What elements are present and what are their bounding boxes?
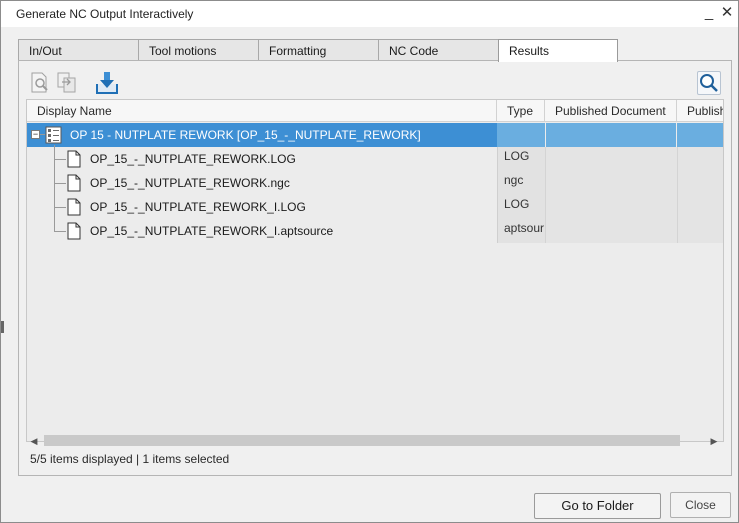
preview-document-icon[interactable] bbox=[29, 71, 53, 95]
column-header-type[interactable]: Type bbox=[497, 100, 545, 122]
publish-cell bbox=[677, 171, 723, 195]
file-icon bbox=[67, 222, 81, 240]
dialog-window: Generate NC Output Interactively _ ✕ In/… bbox=[0, 0, 739, 523]
tab-in-out[interactable]: In/Out bbox=[18, 39, 139, 61]
publish-cell bbox=[677, 123, 723, 147]
scroll-left-icon[interactable]: ◀ bbox=[28, 434, 40, 448]
tree-root-row[interactable]: − OP 15 - NUTPLATE REWORK [OP_15_-_NUTPL… bbox=[27, 123, 723, 147]
file-type: ngc bbox=[497, 171, 545, 195]
list-item[interactable]: OP_15_-_NUTPLATE_REWORK_I.aptsource apts… bbox=[27, 219, 723, 243]
publish-cell bbox=[677, 147, 723, 171]
go-to-folder-button[interactable]: Go to Folder bbox=[534, 493, 661, 519]
file-name: OP_15_-_NUTPLATE_REWORK.LOG bbox=[90, 152, 296, 166]
status-text: 5/5 items displayed | 1 items selected bbox=[30, 452, 230, 466]
published-document-cell bbox=[545, 219, 677, 243]
search-button[interactable] bbox=[697, 71, 721, 95]
published-document-cell bbox=[545, 195, 677, 219]
horizontal-scrollbar[interactable]: ◀ ▶ bbox=[26, 432, 724, 450]
list-item[interactable]: OP_15_-_NUTPLATE_REWORK.ngc ngc bbox=[27, 171, 723, 195]
column-header-publish[interactable]: Publish bbox=[677, 100, 723, 122]
file-type: aptsour bbox=[497, 219, 545, 243]
scrollbar-thumb[interactable] bbox=[44, 435, 680, 446]
published-document-cell bbox=[545, 147, 677, 171]
list-item[interactable]: OP_15_-_NUTPLATE_REWORK_I.LOG LOG bbox=[27, 195, 723, 219]
file-name: OP_15_-_NUTPLATE_REWORK_I.LOG bbox=[90, 200, 306, 214]
file-icon bbox=[67, 198, 81, 216]
scroll-right-icon[interactable]: ▶ bbox=[708, 434, 720, 448]
list-item[interactable]: OP_15_-_NUTPLATE_REWORK.LOG LOG bbox=[27, 147, 723, 171]
collapse-toggle[interactable]: − bbox=[31, 130, 40, 139]
minimize-button[interactable]: _ bbox=[701, 4, 717, 22]
window-title: Generate NC Output Interactively bbox=[16, 7, 194, 21]
compare-documents-icon[interactable] bbox=[55, 71, 79, 95]
results-panel: Display Name Type Published Document Pub… bbox=[18, 60, 732, 476]
file-icon bbox=[67, 174, 81, 192]
save-download-icon[interactable] bbox=[94, 70, 118, 94]
file-type: LOG bbox=[497, 195, 545, 219]
published-document-cell bbox=[546, 123, 676, 147]
close-button[interactable]: Close bbox=[670, 492, 731, 518]
file-name: OP_15_-_NUTPLATE_REWORK_I.aptsource bbox=[90, 224, 334, 238]
tab-nc-code[interactable]: NC Code bbox=[378, 39, 499, 61]
file-icon bbox=[67, 150, 81, 168]
title-bar: Generate NC Output Interactively _ ✕ bbox=[1, 1, 738, 27]
results-grid: Display Name Type Published Document Pub… bbox=[26, 99, 724, 442]
tab-tool-motions[interactable]: Tool motions bbox=[138, 39, 259, 61]
column-header-published-document[interactable]: Published Document bbox=[545, 100, 677, 122]
file-type: LOG bbox=[497, 147, 545, 171]
column-header-display-name[interactable]: Display Name bbox=[27, 100, 497, 122]
tree-root-label: OP 15 - NUTPLATE REWORK [OP_15_-_NUTPLAT… bbox=[70, 128, 421, 142]
tab-formatting[interactable]: Formatting bbox=[258, 39, 379, 61]
publish-cell bbox=[677, 219, 723, 243]
publish-cell bbox=[677, 195, 723, 219]
resize-grip[interactable] bbox=[1, 321, 4, 333]
tab-results[interactable]: Results bbox=[498, 39, 618, 62]
published-document-cell bbox=[545, 171, 677, 195]
operation-list-icon bbox=[45, 126, 62, 144]
close-window-button[interactable]: ✕ bbox=[719, 4, 735, 22]
file-name: OP_15_-_NUTPLATE_REWORK.ngc bbox=[90, 176, 290, 190]
type-cell bbox=[497, 123, 545, 147]
search-icon bbox=[700, 74, 718, 92]
